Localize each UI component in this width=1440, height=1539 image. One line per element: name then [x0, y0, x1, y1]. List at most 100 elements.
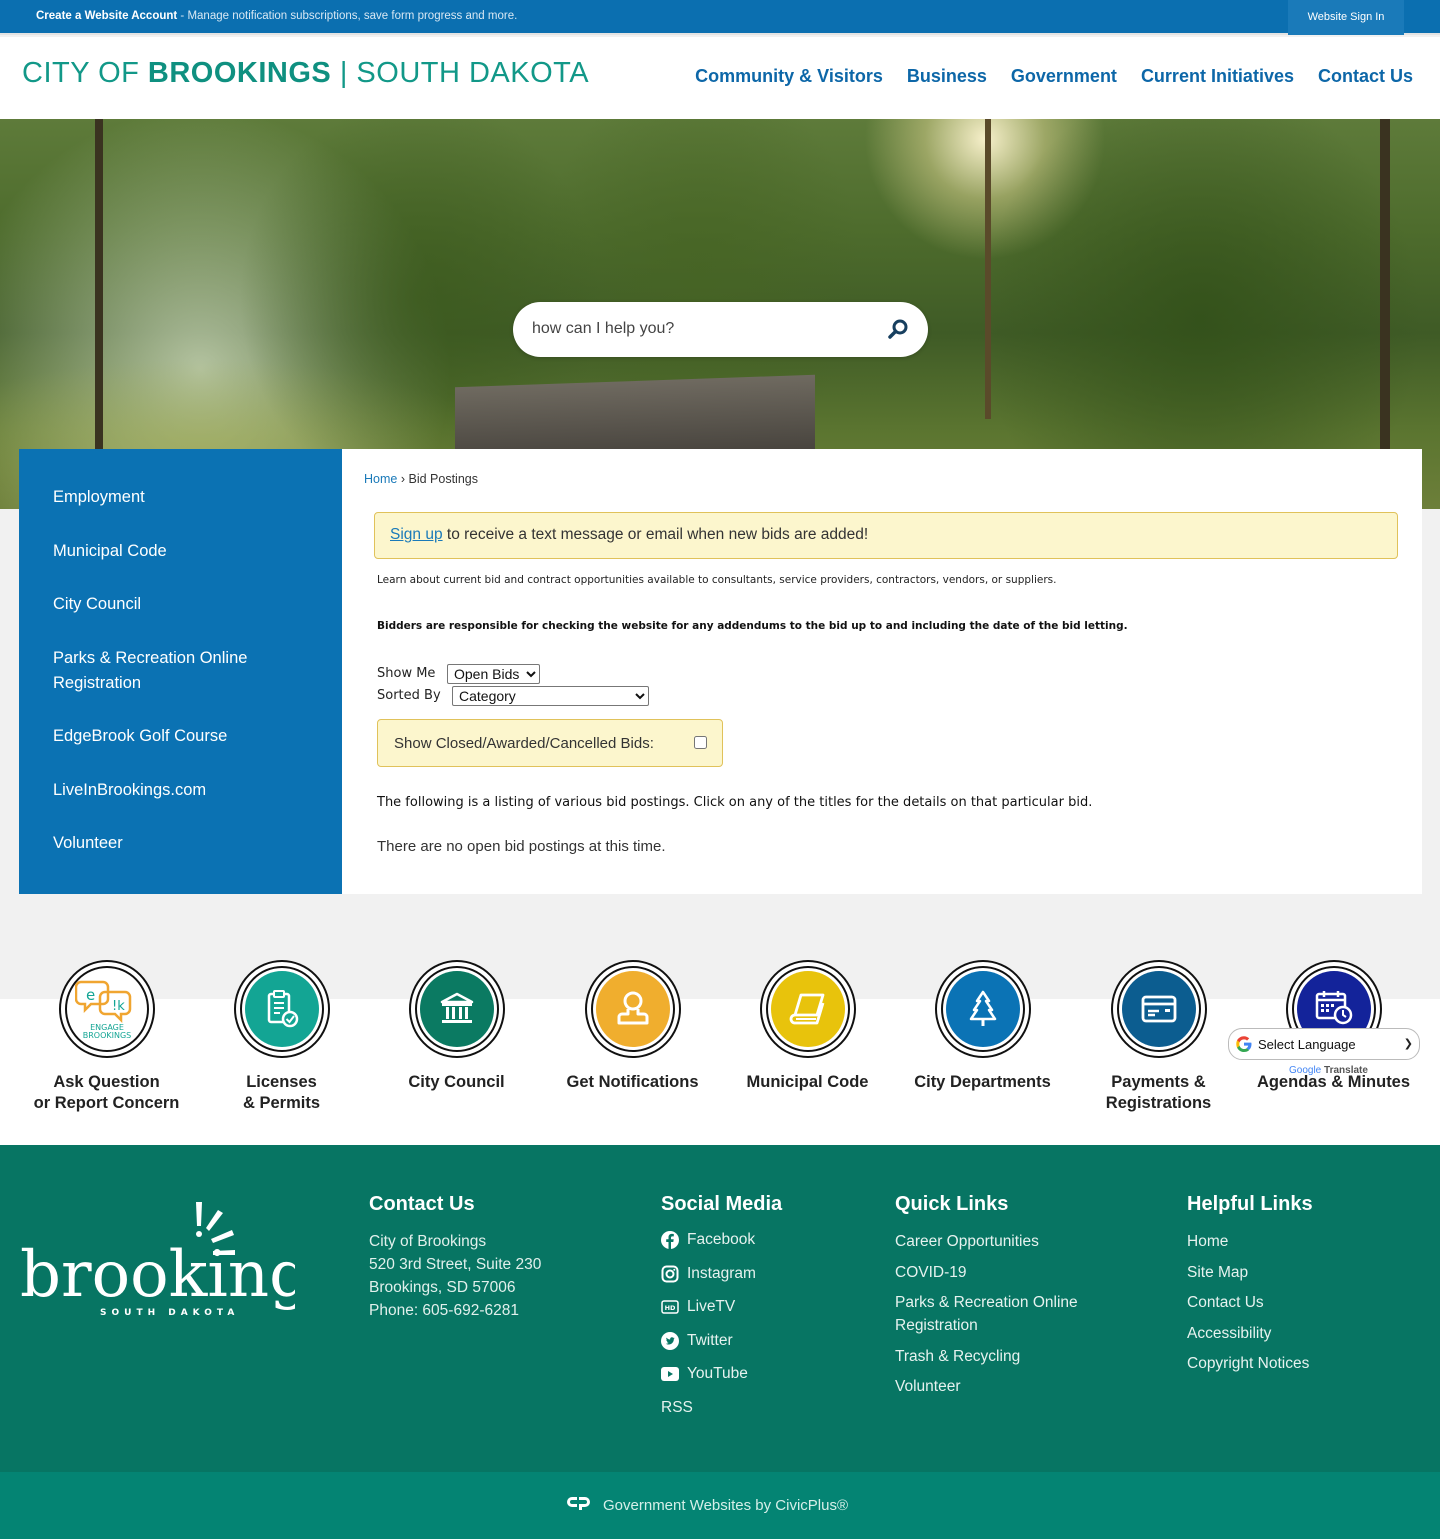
sidebar-item-employment[interactable]: Employment	[19, 485, 342, 510]
quick-link-circle: e !k ENGAGE BROOKINGS	[58, 960, 155, 1058]
quick-link-circle	[408, 960, 505, 1058]
engage-brookings-icon: e !k ENGAGE BROOKINGS	[74, 980, 131, 1040]
footer-quick-links: Quick Links Career Opportunities COVID-1…	[895, 1193, 1125, 1406]
footer-helpful-link[interactable]: Contact Us	[1187, 1291, 1313, 1314]
website-sign-in-button[interactable]: Website Sign In	[1288, 0, 1404, 35]
footer-quick-link[interactable]: Career Opportunities	[895, 1230, 1125, 1253]
footer-contact-line: Brookings, SD 57006	[369, 1279, 516, 1296]
quick-link-circle	[934, 960, 1031, 1058]
svg-text:BROOKINGS: BROOKINGS	[82, 1031, 131, 1040]
quick-link-licenses-permits[interactable]: Licenses & Permits	[194, 960, 369, 1114]
quick-link-label: Ask Question	[53, 1073, 160, 1091]
sidebar-item-volunteer[interactable]: Volunteer	[19, 831, 342, 856]
create-account-description: - Manage notification subscriptions, sav…	[177, 10, 518, 22]
no-bids-message: There are no open bid postings at this t…	[377, 838, 666, 855]
pine-tree-icon	[969, 990, 996, 1026]
language-select[interactable]: Select Language ❯	[1228, 1028, 1420, 1060]
footer-quick-link[interactable]: Volunteer	[895, 1375, 1125, 1398]
search-input[interactable]	[532, 316, 872, 342]
quick-link-get-notifications[interactable]: Get Notifications	[545, 960, 720, 1093]
social-link-rss[interactable]: RSS	[661, 1398, 782, 1418]
social-link-livetv[interactable]: HD LiveTV	[661, 1297, 782, 1317]
footer-helpful-title: Helpful Links	[1187, 1193, 1313, 1215]
footer-logo[interactable]: brookings SOUTH DAKOTA	[20, 1200, 343, 1322]
show-me-select[interactable]: Open Bids	[447, 664, 540, 684]
footer-quick-title: Quick Links	[895, 1193, 1009, 1215]
footer-contact-line: Phone: 605-692-6281	[369, 1302, 519, 1319]
social-link-instagram[interactable]: Instagram	[661, 1264, 782, 1284]
breadcrumb: Home › Bid Postings	[364, 472, 478, 486]
footer-logo-sub: SOUTH DAKOTA	[100, 1308, 239, 1318]
quick-link-ask-question[interactable]: e !k ENGAGE BROOKINGS Ask Question or Rep…	[19, 960, 194, 1114]
show-closed-bids-box: Show Closed/Awarded/Cancelled Bids:	[377, 719, 723, 767]
signup-text: to receive a text message or email when …	[442, 526, 869, 543]
quick-link-city-council[interactable]: City Council	[369, 960, 544, 1093]
nav-current-initiatives[interactable]: Current Initiatives	[1141, 66, 1294, 87]
quick-link-municipal-code[interactable]: Municipal Code	[720, 960, 895, 1093]
svg-text:e: e	[86, 986, 95, 1004]
intro-text: Learn about current bid and contract opp…	[377, 574, 1057, 586]
social-link-youtube[interactable]: YouTube	[661, 1364, 782, 1384]
quick-link-city-departments[interactable]: City Departments	[895, 960, 1070, 1093]
quick-link-label: Registrations	[1105, 1094, 1212, 1112]
social-link-facebook[interactable]: Facebook	[661, 1230, 782, 1250]
quick-link-label: Get Notifications	[566, 1073, 699, 1091]
footer-contact-line: 520 3rd Street, Suite 230	[369, 1256, 542, 1273]
quick-link-label: Licenses	[246, 1073, 317, 1091]
footer-contact: Contact Us City of Brookings 520 3rd Str…	[369, 1193, 541, 1322]
quick-link-label: Payments &	[1111, 1073, 1206, 1091]
footer-helpful-link[interactable]: Home	[1187, 1230, 1313, 1253]
footer-quick-link[interactable]: Parks & Recreation Online Registration	[895, 1291, 1125, 1337]
site-logo[interactable]: CITY OF BROOKINGS | SOUTH DAKOTA	[22, 57, 589, 90]
breadcrumb-home[interactable]: Home	[364, 472, 397, 486]
nav-contact-us[interactable]: Contact Us	[1318, 66, 1413, 87]
footer-social-title: Social Media	[661, 1193, 783, 1215]
site-header: CITY OF BROOKINGS | SOUTH DAKOTA Communi…	[0, 37, 1440, 119]
quick-link-circle	[584, 960, 681, 1058]
create-account-link[interactable]: Create a Website Account - Manage notifi…	[36, 10, 517, 22]
nav-community-visitors[interactable]: Community & Visitors	[695, 66, 883, 87]
footer-logo-word: brookings	[20, 1238, 295, 1312]
civicplus-logo-icon	[567, 1495, 591, 1515]
nav-government[interactable]: Government	[1011, 66, 1117, 87]
main-nav: Community & Visitors Business Government…	[695, 66, 1413, 87]
footer-helpful-link[interactable]: Site Map	[1187, 1261, 1313, 1284]
sidebar-item-parks-recreation[interactable]: Parks & Recreation Online Registration	[19, 646, 309, 696]
show-me-label: Show Me	[377, 666, 436, 681]
sidebar-item-liveinbrookings[interactable]: LiveInBrookings.com	[19, 778, 342, 803]
hd-tv-icon: HD	[661, 1298, 679, 1316]
footer-helpful-link[interactable]: Accessibility	[1187, 1322, 1313, 1345]
powered-by-google-translate[interactable]: Google Translate	[1289, 1065, 1368, 1076]
footer-quick-link[interactable]: COVID-19	[895, 1261, 1125, 1284]
search-icon[interactable]	[886, 318, 910, 342]
civicplus-credit-link[interactable]: Government Websites by CivicPlus®	[567, 1495, 848, 1515]
show-closed-bids-checkbox[interactable]	[694, 736, 707, 749]
social-link-label: RSS	[661, 1398, 693, 1416]
facebook-icon	[661, 1231, 679, 1249]
sidebar-item-municipal-code[interactable]: Municipal Code	[19, 539, 342, 564]
create-account-label[interactable]: Create a Website Account	[36, 10, 177, 22]
logo-suffix: | SOUTH DAKOTA	[331, 57, 590, 89]
logo-prefix: CITY OF	[22, 57, 148, 89]
breadcrumb-separator: ›	[400, 472, 405, 486]
sidebar-item-city-council[interactable]: City Council	[19, 592, 342, 617]
social-link-twitter[interactable]: Twitter	[661, 1331, 782, 1351]
nav-business[interactable]: Business	[907, 66, 987, 87]
footer-helpful-link[interactable]: Copyright Notices	[1187, 1352, 1313, 1375]
select-language-label: Select Language	[1258, 1037, 1356, 1052]
google-g-icon	[1235, 1035, 1253, 1057]
tree-trunk	[985, 119, 991, 419]
signup-link[interactable]: Sign up	[390, 526, 443, 543]
quick-link-circle	[759, 960, 856, 1058]
footer-social: Social Media Facebook Instagram HD LiveT…	[661, 1193, 782, 1431]
breadcrumb-current: Bid Postings	[408, 472, 478, 486]
quick-link-payments-registrations[interactable]: Payments & Registrations	[1071, 960, 1246, 1114]
quick-link-label: & Permits	[242, 1094, 321, 1112]
sorted-by-select[interactable]: Category	[452, 686, 649, 706]
google-wordmark: Google	[1289, 1065, 1322, 1076]
footer-quick-link[interactable]: Trash & Recycling	[895, 1345, 1125, 1368]
social-link-label: Facebook	[687, 1231, 756, 1248]
footer-credit-bar: Government Websites by CivicPlus®	[0, 1472, 1440, 1539]
sidebar-item-edgebrook-golf[interactable]: EdgeBrook Golf Course	[19, 724, 342, 749]
listing-description: The following is a listing of various bi…	[377, 795, 1093, 810]
